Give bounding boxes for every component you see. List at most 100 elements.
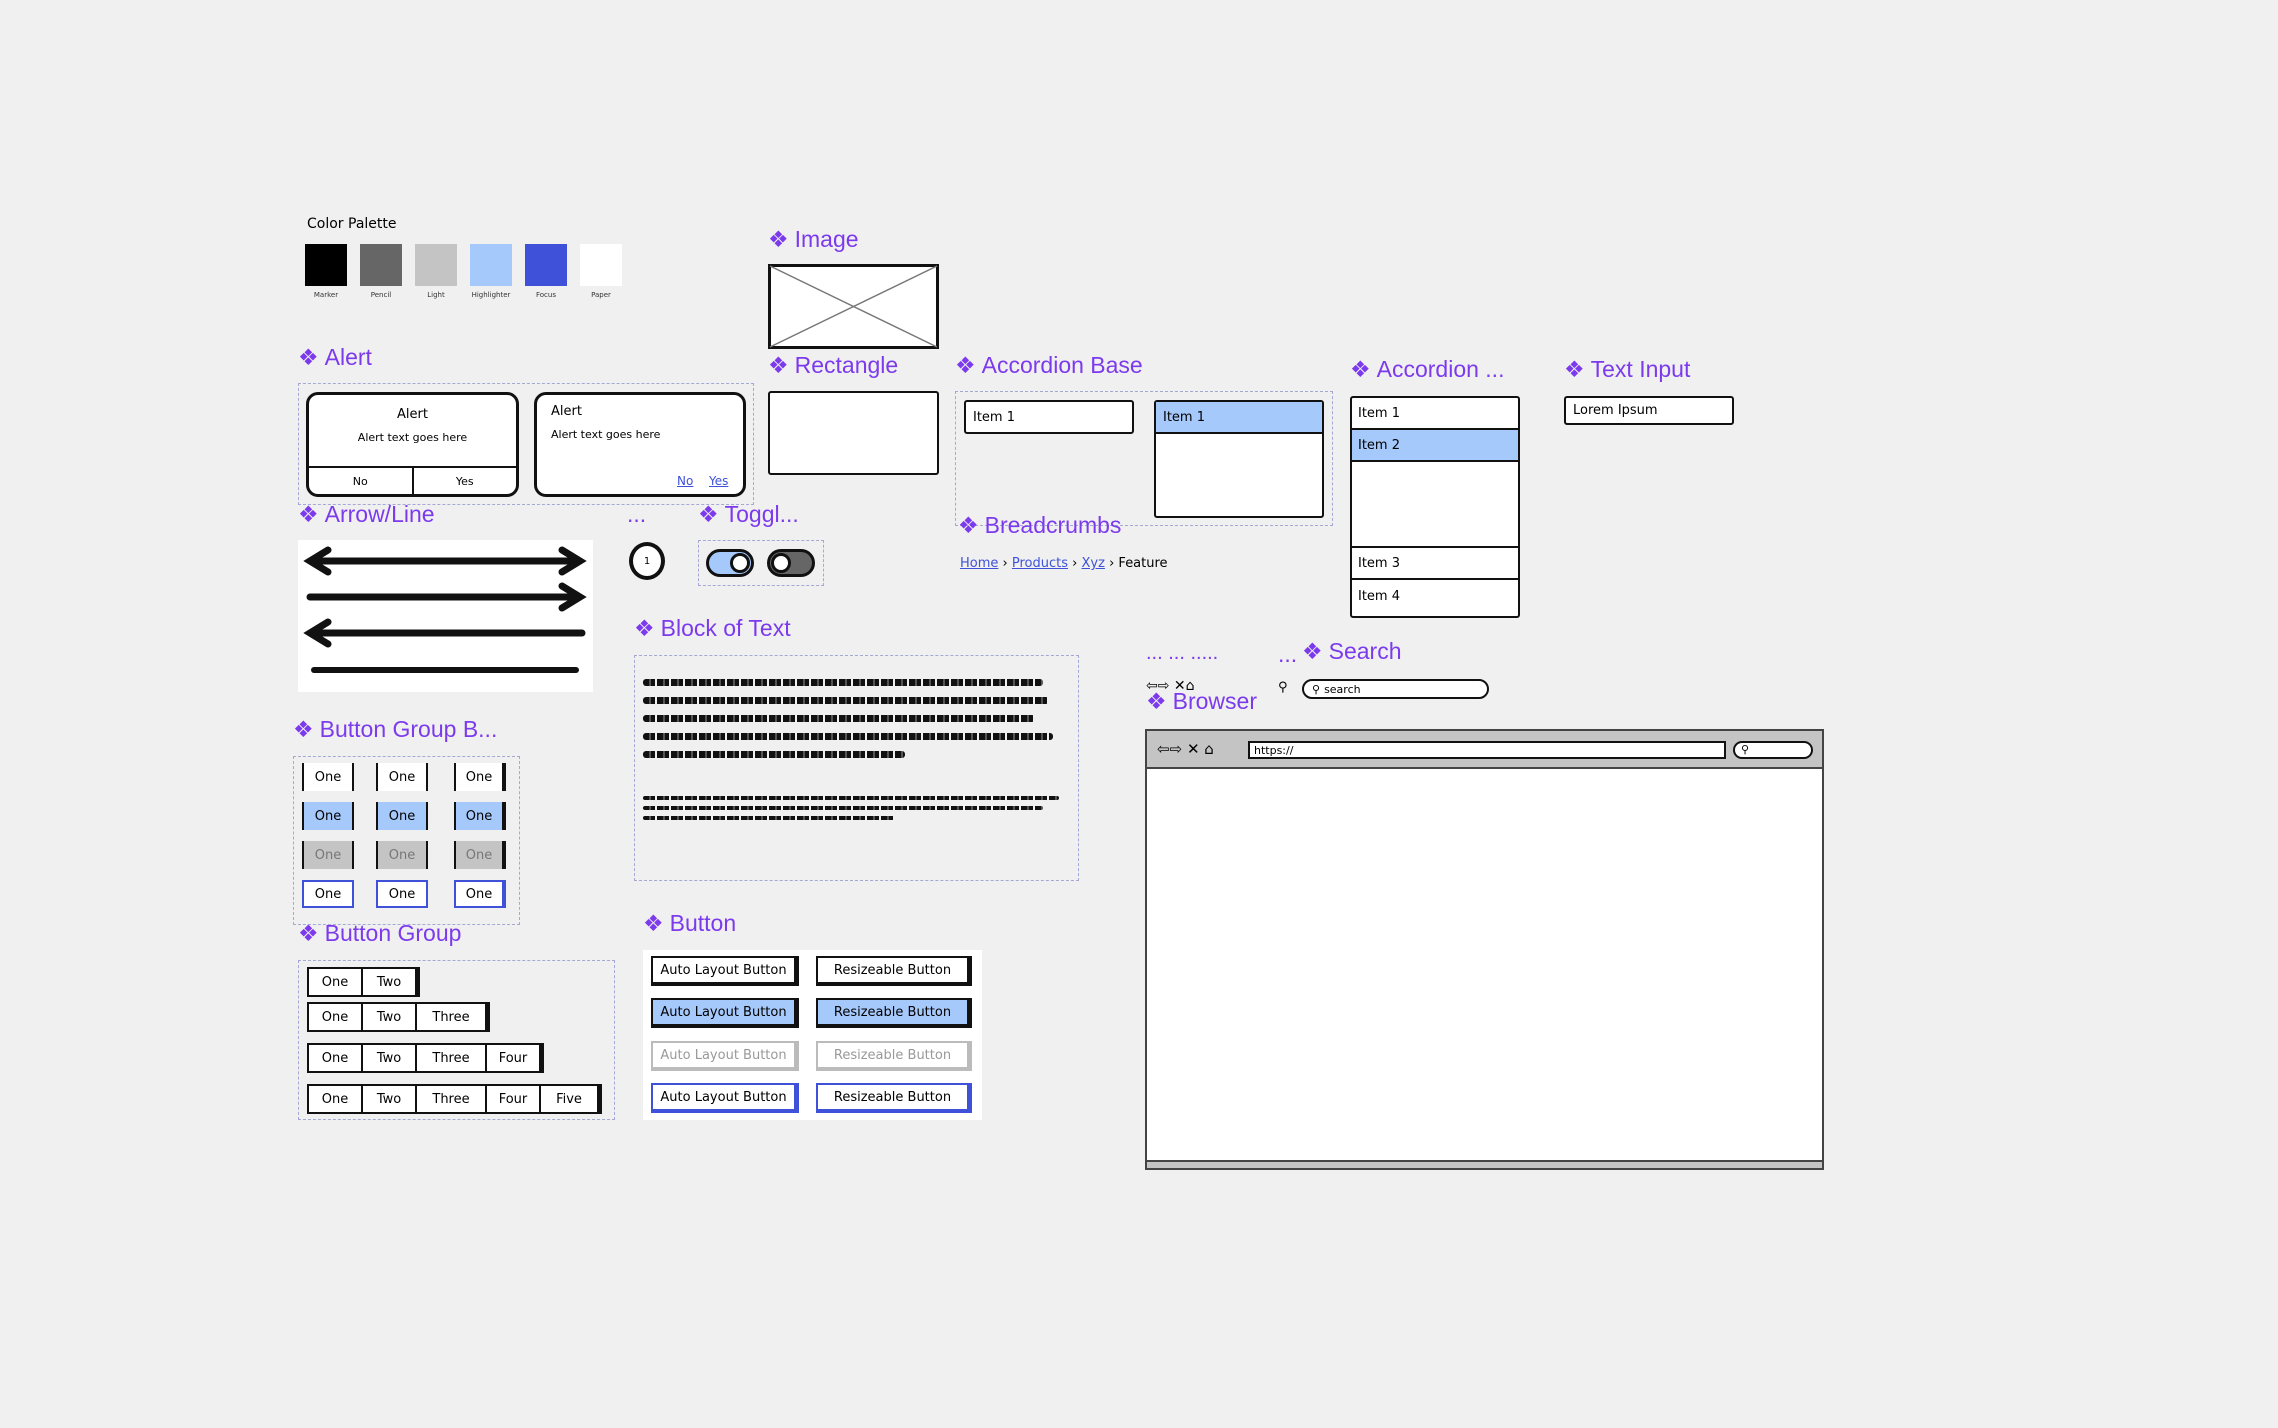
auto-layout-button-focused[interactable]: Auto Layout Button	[651, 1083, 799, 1113]
button-group-b-item[interactable]: One	[454, 763, 506, 791]
text-scribble	[643, 733, 1053, 740]
accordion-item-3[interactable]: Item 3	[1352, 548, 1518, 580]
swatch-label: Paper	[591, 291, 611, 299]
resizeable-button-focused[interactable]: Resizeable Button	[816, 1083, 972, 1113]
alert-dialog-centered: Alert Alert text goes here No Yes	[306, 392, 519, 497]
toggle-knob	[771, 553, 791, 573]
button-group-item[interactable]: Five	[541, 1084, 602, 1114]
swatch-light	[415, 244, 457, 286]
swatch-label: Marker	[313, 291, 339, 299]
section-title-block-of-text: ❖ Block of Text	[634, 617, 791, 640]
text-scribble	[643, 679, 1043, 686]
text-scribble	[643, 816, 895, 820]
auto-layout-button[interactable]: Auto Layout Button	[651, 956, 799, 986]
search-icon: ⚲	[1312, 682, 1321, 696]
button-group-b-item[interactable]: One	[302, 802, 354, 830]
button-group-b-item[interactable]: One	[454, 880, 506, 908]
resizeable-button-disabled[interactable]: Resizeable Button	[816, 1041, 972, 1071]
browser-search-field[interactable]: ⚲	[1733, 741, 1813, 759]
section-title-breadcrumbs: ❖ Breadcrumbs	[958, 514, 1121, 537]
text-scribble	[643, 715, 1035, 722]
accordion-item-collapsed[interactable]: Item 1	[964, 400, 1134, 434]
badge: 1	[629, 542, 665, 580]
toggle-on[interactable]	[706, 549, 754, 577]
search-input[interactable]: ⚲ search	[1302, 679, 1489, 699]
section-title-text-input: ❖ Text Input	[1564, 358, 1690, 381]
button-group-item[interactable]: Four	[487, 1043, 544, 1073]
section-title-toggle: ❖ Toggl...	[698, 503, 799, 526]
close-icon[interactable]: ✕	[1187, 740, 1200, 758]
accordion-header[interactable]: Item 1	[1156, 402, 1322, 434]
button-group-b-item[interactable]: One	[454, 802, 506, 830]
toggle-off[interactable]	[767, 549, 815, 577]
button-group: One Two Three	[307, 1002, 490, 1032]
button-group-item[interactable]: Three	[417, 1043, 487, 1073]
accordion-item-4[interactable]: Item 4	[1352, 580, 1518, 612]
breadcrumb-xyz[interactable]: Xyz	[1082, 556, 1105, 571]
image-placeholder	[768, 264, 939, 349]
component-icon: ❖	[293, 716, 314, 742]
alert-yes-link[interactable]: Yes	[709, 474, 728, 488]
button-group-item[interactable]: Two	[363, 1084, 417, 1114]
component-icon: ❖	[768, 352, 789, 378]
alert-no-button[interactable]: No	[309, 468, 414, 494]
button-group-b-item[interactable]: One	[376, 880, 428, 908]
section-title-rectangle: ❖ Rectangle	[768, 354, 898, 377]
accordion-item-2[interactable]: Item 2	[1352, 430, 1518, 462]
button-group-b-item[interactable]: One	[376, 802, 428, 830]
breadcrumb-current: Feature	[1118, 556, 1168, 571]
swatch-marker	[305, 244, 347, 286]
button-group-item[interactable]: Three	[417, 1002, 490, 1032]
swatch-highlighter	[470, 244, 512, 286]
auto-layout-button-disabled[interactable]: Auto Layout Button	[651, 1041, 799, 1071]
button-group-b-item[interactable]: One	[376, 841, 428, 869]
text-scribble	[643, 806, 1043, 810]
breadcrumb-products[interactable]: Products	[1012, 556, 1068, 571]
resizeable-button-highlighted[interactable]: Resizeable Button	[816, 998, 972, 1028]
button-group-b-item[interactable]: One	[376, 763, 428, 791]
section-title-search: ❖ Search	[1302, 640, 1402, 663]
button-group-b-item[interactable]: One	[454, 841, 506, 869]
button-group-item[interactable]: Three	[417, 1084, 487, 1114]
button-group: One Two Three Four Five	[307, 1084, 602, 1114]
accordion-item-1[interactable]: Item 1	[1352, 398, 1518, 430]
swatch-label: Light	[427, 291, 445, 299]
swatch-label: Highlighter	[471, 291, 511, 299]
back-icon[interactable]: ⇦	[1157, 740, 1170, 758]
color-palette: Marker Pencil Light Highlighter Focus Paper	[305, 244, 635, 304]
button-group-item[interactable]: One	[307, 1043, 363, 1073]
component-icon: ❖	[298, 344, 319, 370]
breadcrumb-home[interactable]: Home	[960, 556, 998, 571]
home-icon[interactable]: ⌂	[1204, 740, 1214, 758]
section-label: Rectangle	[794, 352, 899, 378]
button-group-item[interactable]: One	[307, 1084, 363, 1114]
button-group-b-item[interactable]: One	[302, 763, 354, 791]
browser-window: ⇦⇨ ✕ ⌂ https:// ⚲	[1145, 729, 1824, 1170]
component-icon: ❖	[634, 615, 655, 641]
section-title-dots: ...	[627, 501, 647, 527]
text-scribble	[643, 751, 905, 758]
button-group-item[interactable]: One	[307, 967, 363, 997]
alert-yes-button[interactable]: Yes	[414, 468, 517, 494]
button-group-item[interactable]: Four	[487, 1084, 541, 1114]
button-group-item[interactable]: Two	[363, 967, 420, 997]
button-group-b-item[interactable]: One	[302, 841, 354, 869]
resizeable-button[interactable]: Resizeable Button	[816, 956, 972, 986]
button-group-b-item[interactable]: One	[302, 880, 354, 908]
text-input[interactable]: Lorem Ipsum	[1564, 396, 1734, 425]
address-bar[interactable]: https://	[1248, 741, 1726, 759]
button-group-item[interactable]: One	[307, 1002, 363, 1032]
section-title-search-dots: ...	[1278, 641, 1298, 667]
rectangle-shape	[768, 391, 939, 475]
section-label: Search	[1328, 638, 1402, 664]
auto-layout-button-highlighted[interactable]: Auto Layout Button	[651, 998, 799, 1028]
alert-no-link[interactable]: No	[677, 474, 693, 488]
button-group-item[interactable]: Two	[363, 1002, 417, 1032]
accordion-item-expanded[interactable]: Item 1	[1154, 400, 1324, 518]
section-label: Image	[794, 226, 859, 252]
section-label: Arrow/Line	[324, 501, 435, 527]
swatch-paper	[580, 244, 622, 286]
forward-icon[interactable]: ⇨	[1170, 740, 1183, 758]
button-group-item[interactable]: Two	[363, 1043, 417, 1073]
text-scribble	[643, 796, 1059, 800]
